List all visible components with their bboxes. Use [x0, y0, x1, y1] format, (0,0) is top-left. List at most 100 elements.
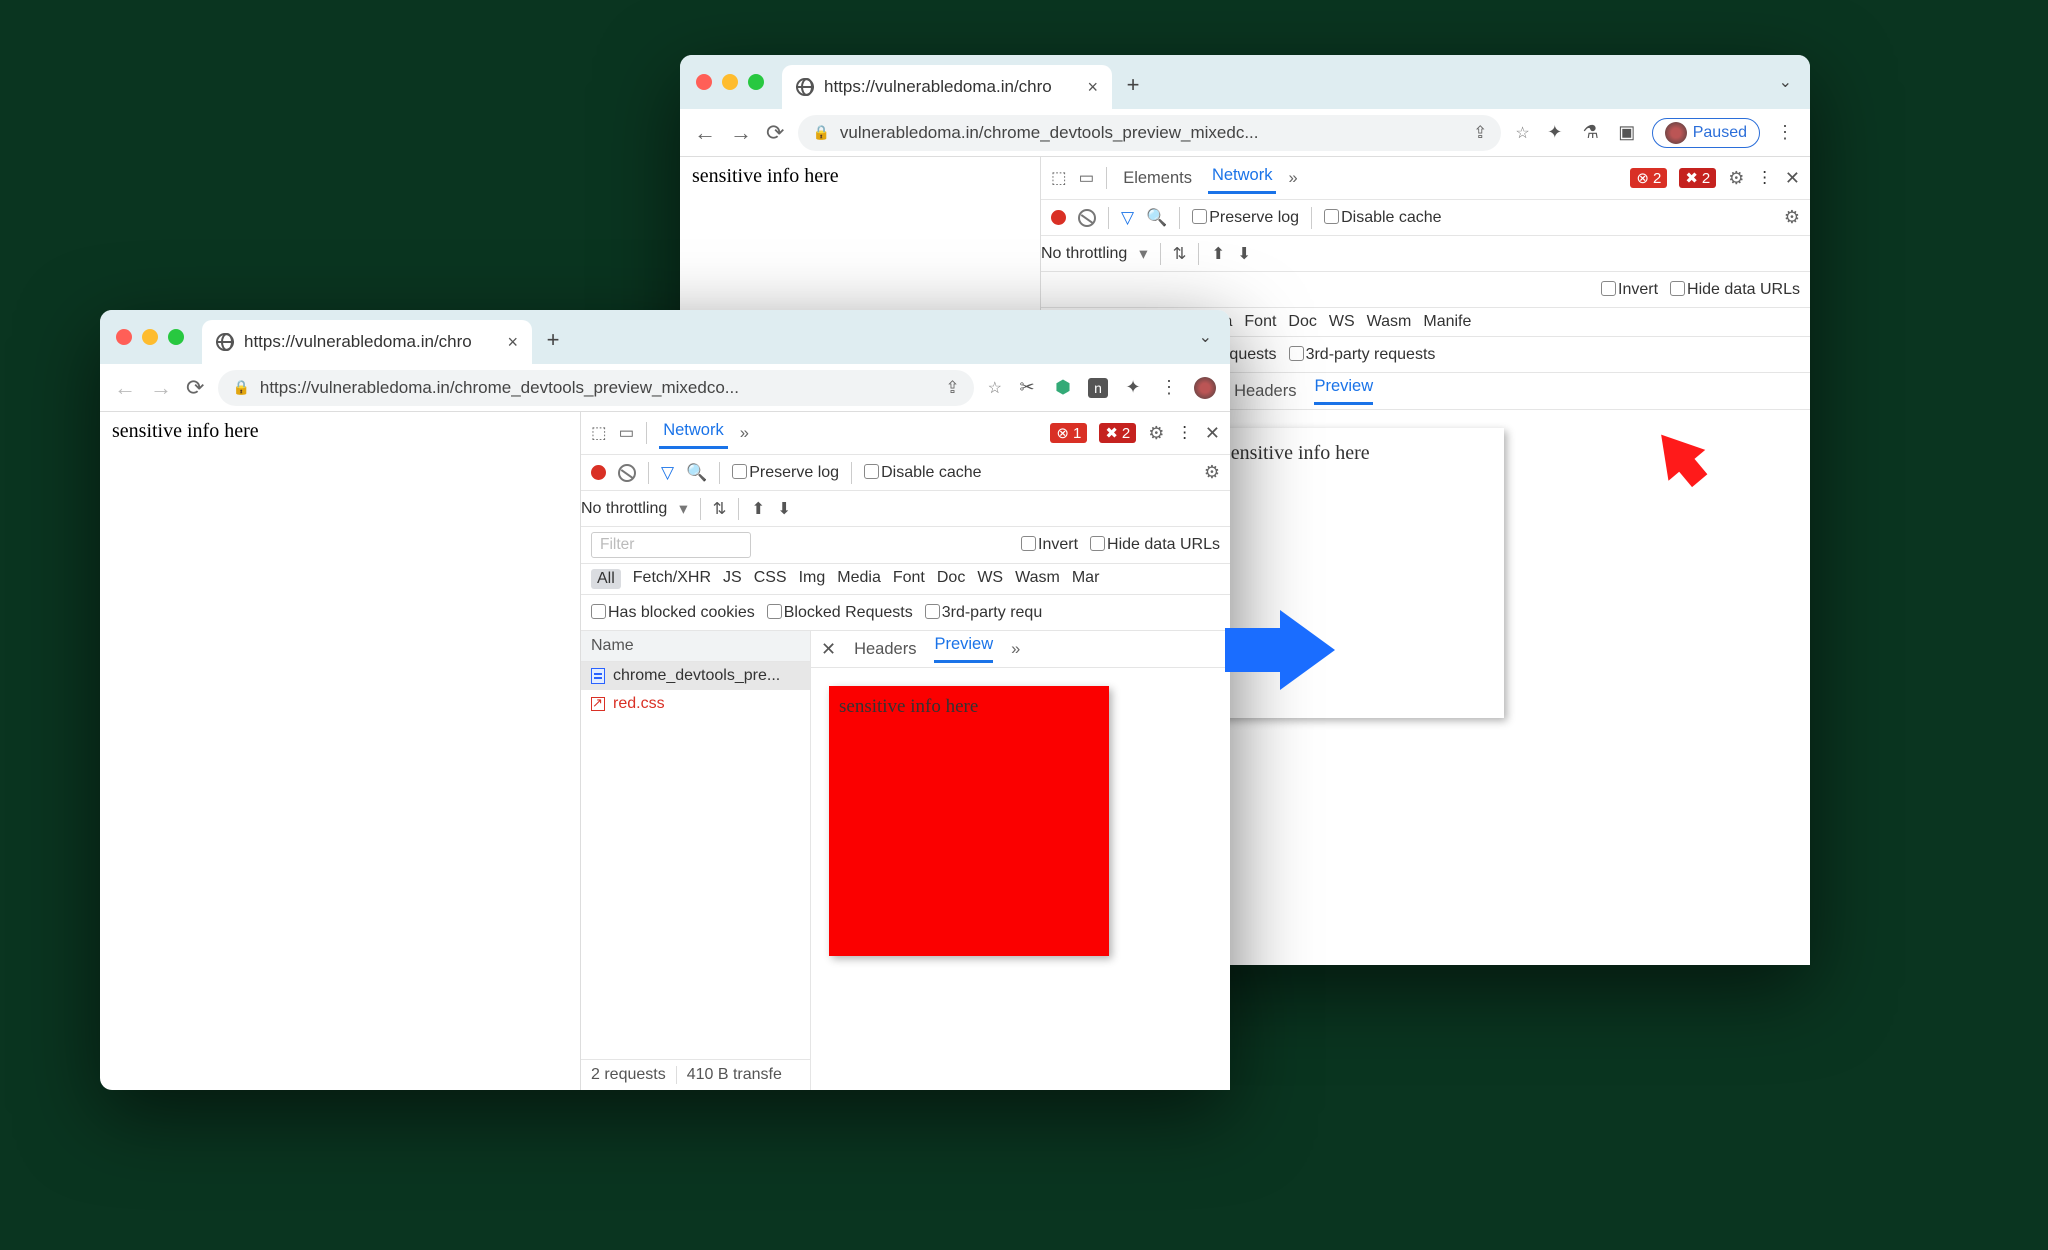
close-tab-icon[interactable]: × [1087, 77, 1098, 98]
reload-icon[interactable]: ⟳ [766, 120, 784, 146]
device-icon[interactable]: ▭ [1079, 168, 1095, 188]
rtype[interactable]: Doc [937, 569, 965, 589]
close-window[interactable] [116, 329, 132, 345]
filter-icon[interactable]: ▽ [661, 463, 674, 483]
star-icon[interactable]: ☆ [988, 378, 1002, 398]
tab-network[interactable]: Network [659, 417, 728, 449]
rtype[interactable]: Font [893, 569, 925, 589]
has-blocked-cookies-check[interactable]: Has blocked cookies [591, 604, 755, 622]
search-icon[interactable]: 🔍 [1146, 208, 1167, 228]
panel-icon[interactable]: ▣ [1616, 122, 1638, 144]
rtype[interactable]: Manife [1423, 313, 1471, 331]
rtype[interactable]: Wasm [1015, 569, 1060, 589]
profile-paused[interactable]: Paused [1652, 118, 1760, 148]
more-tabs-icon[interactable]: » [1011, 640, 1020, 659]
tab-network[interactable]: Network [1208, 162, 1277, 194]
extensions-icon[interactable]: ✦ [1544, 122, 1566, 144]
new-tab-button[interactable]: + [1116, 68, 1150, 102]
maximize-window[interactable] [748, 74, 764, 90]
tab-elements[interactable]: Elements [1119, 165, 1196, 192]
device-icon[interactable]: ▭ [619, 423, 635, 443]
invert-check[interactable]: Invert [1601, 281, 1658, 299]
disable-cache[interactable]: Disable cache [1324, 209, 1442, 227]
tabs-menu-chevron-icon[interactable]: ⌄ [1199, 327, 1212, 347]
network-gear-icon[interactable]: ⚙ [1784, 207, 1800, 228]
menu-icon[interactable]: ⋮ [1774, 122, 1796, 144]
search-icon[interactable]: 🔍 [686, 463, 707, 483]
browser-tab[interactable]: https://vulnerabledoma.in/chro × [202, 320, 532, 364]
avatar-icon[interactable] [1194, 377, 1216, 399]
close-window[interactable] [696, 74, 712, 90]
rtype[interactable]: Wasm [1367, 313, 1412, 331]
tab-headers[interactable]: Headers [854, 640, 916, 659]
back-icon[interactable]: ← [694, 120, 716, 146]
address-field[interactable]: 🔒 vulnerabledoma.in/chrome_devtools_prev… [798, 115, 1501, 151]
browser-tab[interactable]: https://vulnerabledoma.in/chro × [782, 65, 1112, 109]
third-party-check[interactable]: 3rd-party requests [1289, 346, 1436, 364]
flask-icon[interactable]: ⚗ [1580, 122, 1602, 144]
wifi-icon[interactable]: ⇅ [1173, 244, 1187, 264]
close-preview-icon[interactable]: ✕ [821, 639, 836, 660]
close-devtools-icon[interactable]: ✕ [1785, 168, 1800, 189]
back-icon[interactable]: ← [114, 375, 136, 401]
kebab-icon[interactable]: ⋮ [1158, 377, 1180, 399]
reload-icon[interactable]: ⟳ [186, 375, 204, 401]
issue-badge[interactable]: ✖ 2 [1099, 423, 1136, 443]
preserve-log[interactable]: Preserve log [1192, 209, 1299, 227]
maximize-window[interactable] [168, 329, 184, 345]
kebab-icon[interactable]: ⋮ [1176, 423, 1193, 443]
rtype[interactable]: WS [977, 569, 1003, 589]
ext-green-icon[interactable]: ⬢ [1052, 377, 1074, 399]
kebab-icon[interactable]: ⋮ [1756, 168, 1773, 188]
scissors-icon[interactable]: ✂ [1016, 377, 1038, 399]
share-icon[interactable]: ⇪ [945, 378, 959, 398]
request-row[interactable]: red.css [581, 690, 810, 718]
hide-data-urls-check[interactable]: Hide data URLs [1670, 281, 1800, 299]
filter-input[interactable]: Filter [591, 532, 751, 558]
rtype[interactable]: JS [723, 569, 742, 589]
tab-headers[interactable]: Headers [1234, 382, 1296, 401]
tab-preview[interactable]: Preview [1314, 377, 1373, 405]
blocked-requests-check[interactable]: Blocked Requests [767, 604, 913, 622]
error-badge[interactable]: ⊗ 1 [1050, 423, 1087, 443]
rtype[interactable]: Fetch/XHR [633, 569, 711, 589]
invert-check[interactable]: Invert [1021, 536, 1078, 554]
extensions-icon[interactable]: ✦ [1122, 377, 1144, 399]
rtype[interactable]: Mar [1072, 569, 1100, 589]
rtype[interactable]: Media [837, 569, 881, 589]
forward-icon[interactable]: → [150, 375, 172, 401]
rtype[interactable]: Img [799, 569, 826, 589]
rtype[interactable]: Doc [1288, 313, 1316, 331]
clear-icon[interactable] [1078, 209, 1096, 227]
record-icon[interactable] [1051, 210, 1066, 225]
record-icon[interactable] [591, 465, 606, 480]
upload-icon[interactable]: ⬆ [751, 499, 765, 519]
gear-icon[interactable]: ⚙ [1728, 168, 1744, 189]
new-tab-button[interactable]: + [536, 323, 570, 357]
clear-icon[interactable] [618, 464, 636, 482]
upload-icon[interactable]: ⬆ [1211, 244, 1225, 264]
hide-data-urls-check[interactable]: Hide data URLs [1090, 536, 1220, 554]
download-icon[interactable]: ⬇ [777, 499, 791, 519]
preserve-log[interactable]: Preserve log [732, 464, 839, 482]
tabs-menu-chevron-icon[interactable]: ⌄ [1779, 72, 1792, 92]
issue-badge[interactable]: ✖ 2 [1679, 168, 1716, 188]
star-icon[interactable]: ☆ [1515, 123, 1529, 143]
download-icon[interactable]: ⬇ [1237, 244, 1251, 264]
more-tabs-icon[interactable]: » [740, 424, 749, 443]
close-tab-icon[interactable]: × [507, 332, 518, 353]
name-header[interactable]: Name [581, 631, 810, 662]
third-party-check[interactable]: 3rd-party requ [925, 604, 1043, 622]
more-tabs-icon[interactable]: » [1288, 169, 1297, 188]
throttling-select[interactable]: No throttling [581, 500, 667, 518]
network-gear-icon[interactable]: ⚙ [1204, 462, 1220, 483]
forward-icon[interactable]: → [730, 120, 752, 146]
disable-cache[interactable]: Disable cache [864, 464, 982, 482]
request-row[interactable]: chrome_devtools_pre... [581, 662, 810, 690]
rtype-all[interactable]: All [591, 569, 621, 589]
ext-n-icon[interactable]: n [1088, 378, 1108, 398]
throttling-select[interactable]: No throttling [1041, 245, 1127, 263]
tab-preview[interactable]: Preview [934, 635, 993, 663]
minimize-window[interactable] [722, 74, 738, 90]
inspect-icon[interactable]: ⬚ [591, 423, 607, 443]
